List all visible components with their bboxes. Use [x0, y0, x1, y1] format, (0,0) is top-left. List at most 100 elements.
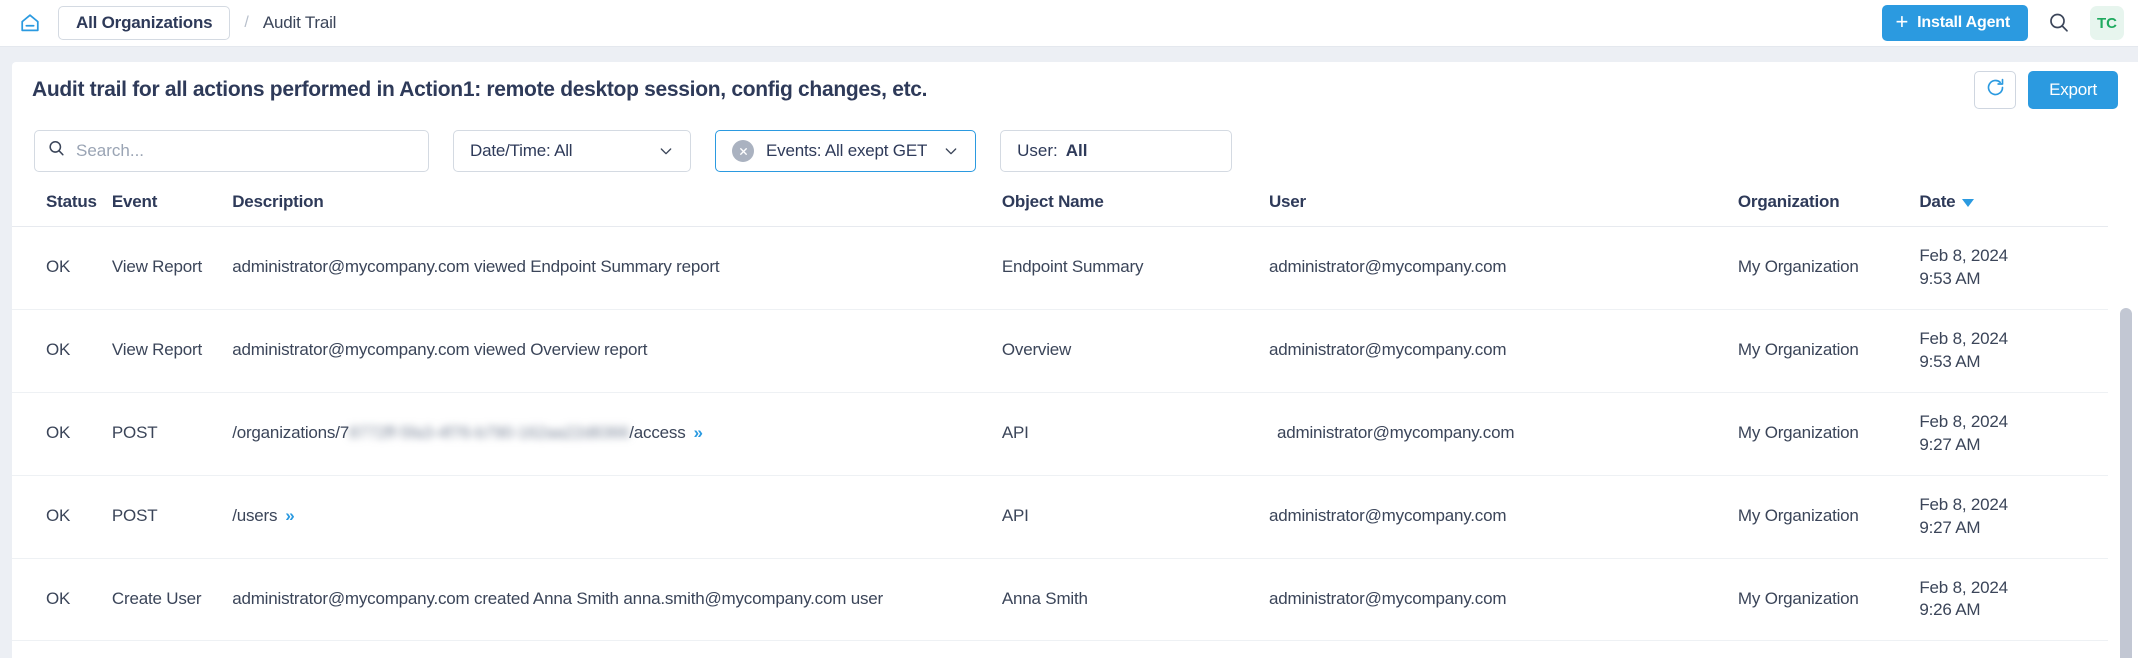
time-value: 9:27 AM — [1919, 434, 1981, 454]
filter-bar: Date/Time: All Events: All exept GET — [12, 118, 2138, 180]
cell-date: Feb 8, 2024 9:27 AM — [1919, 475, 2108, 559]
sort-descending-icon — [1962, 198, 1975, 207]
cell-object-name: API — [1001, 392, 1269, 476]
date-value: Feb 8, 2024 — [1919, 328, 2008, 348]
chevron-down-icon — [927, 143, 959, 159]
search-field-wrapper[interactable] — [34, 130, 429, 172]
search-input[interactable] — [76, 141, 416, 161]
refresh-button[interactable] — [1974, 71, 2017, 109]
breadcrumb-separator: / — [244, 14, 249, 31]
cell-event: View Report — [111, 226, 233, 310]
description-text: /users — [232, 506, 278, 526]
table-row[interactable]: OK POST/users » API administrator@mycompany.… — [12, 475, 2108, 559]
date-value: Feb 8, 2024 — [1919, 411, 2008, 431]
cell-user: administrator@mycompany.com — [1268, 392, 1738, 476]
description-suffix: /access — [629, 423, 686, 443]
cell-date: Feb 8, 2024 9:53 AM — [1919, 309, 2108, 393]
export-label: Export — [2049, 80, 2097, 99]
top-navigation-bar: All Organizations / Audit Trail + Instal… — [0, 0, 2138, 47]
cell-user: administrator@mycompany.com — [1268, 309, 1738, 393]
cell-status: OK — [12, 475, 112, 559]
redacted-identifier: 8772ff-5fa3-4f76-b790-162aa22d8366 — [349, 423, 630, 443]
cell-date: Feb 8, 2024 9:53 AM — [1919, 226, 2108, 310]
card-header: Audit trail for all actions performed in… — [12, 62, 2138, 118]
description-text: administrator@mycompany.com viewed Endpo… — [232, 257, 720, 277]
cell-event: POST — [111, 392, 233, 476]
search-icon[interactable] — [2046, 10, 2072, 36]
events-filter-dropdown[interactable]: Events: All exept GET — [715, 130, 977, 172]
cell-status: OK — [12, 309, 112, 393]
cell-object-name: API — [1001, 475, 1269, 559]
user-filter-value: All — [1065, 141, 1088, 160]
description-text: /organizations/7 — [232, 423, 350, 443]
table-row[interactable]: OK View Report administrator@mycompany.com… — [12, 226, 2108, 310]
date-value: Feb 8, 2024 — [1919, 494, 2008, 514]
table-row[interactable]: OK View Report administrator@mycompany.com… — [12, 309, 2108, 393]
refresh-icon — [1985, 77, 2006, 103]
cell-date: Feb 8, 2024 9:26 AM — [1919, 558, 2108, 642]
cell-object-name: Overview — [1001, 309, 1269, 393]
cell-organization: My Organization — [1737, 392, 1920, 476]
column-header-date[interactable]: Date — [1919, 180, 2108, 227]
cell-organization: My Organization — [1737, 309, 1920, 393]
cell-user: administrator@mycompany.com — [1268, 226, 1738, 310]
time-value: 9:53 AM — [1919, 351, 1981, 371]
scrollbar-thumb[interactable] — [2120, 308, 2132, 658]
breadcrumb-all-organizations-button[interactable]: All Organizations — [58, 6, 231, 40]
cell-status: OK — [12, 392, 112, 476]
all-organizations-label: All Organizations — [76, 13, 213, 32]
cell-organization: My Organization — [1737, 558, 1920, 642]
description-text: administrator@mycompany.com created Anna… — [232, 588, 883, 608]
cell-date: Feb 8, 2024 9:27 AM — [1919, 392, 2108, 476]
expand-details-icon[interactable]: » — [285, 506, 294, 525]
events-filter-label: Events: All exept GET — [766, 141, 928, 160]
cell-description: administrator@mycompany.com created Anna… — [232, 558, 1002, 642]
user-filter-field[interactable]: User: All — [1000, 130, 1233, 172]
cell-object-name: Endpoint Summary — [1001, 226, 1269, 310]
card-header-actions: Export — [1974, 71, 2138, 109]
user-filter-label: User: — [1017, 141, 1058, 160]
cell-user: administrator@mycompany.com — [1268, 558, 1738, 642]
cell-object-name: Anna Smith — [1001, 558, 1269, 642]
time-value: 9:27 AM — [1919, 517, 1981, 537]
expand-details-icon[interactable]: » — [694, 423, 703, 442]
table-row[interactable]: OK POST/organizations/78772ff-5fa3-4f76-b… — [12, 392, 2108, 476]
cell-user: administrator@mycompany.com — [1268, 475, 1738, 559]
cell-description: /users » — [232, 475, 1002, 559]
date-value: Feb 8, 2024 — [1919, 246, 2008, 265]
cell-status: OK — [12, 558, 112, 642]
table-body: OK View Report administrator@mycompany.com… — [12, 226, 2108, 642]
datetime-filter-dropdown[interactable]: Date/Time: All — [453, 130, 691, 172]
clear-events-filter-icon[interactable] — [732, 140, 754, 162]
avatar-initials: TC — [2097, 14, 2117, 32]
time-value: 9:26 AM — [1919, 600, 1981, 620]
avatar[interactable]: TC — [2090, 6, 2124, 40]
audit-table-wrapper: Status Event Description Object Name Use… — [12, 180, 2138, 658]
home-icon[interactable] — [16, 9, 44, 37]
install-agent-button[interactable]: + Install Agent — [1881, 5, 2028, 41]
cell-organization: My Organization — [1737, 475, 1920, 559]
table-row[interactable]: OK Create User administrator@mycompany.com… — [12, 558, 2108, 642]
audit-trail-card: Audit trail for all actions performed in… — [12, 62, 2138, 658]
cell-description: /organizations/78772ff-5fa3-4f76-b790-16… — [232, 392, 1002, 476]
column-header-organization[interactable]: Organization — [1737, 180, 1920, 227]
cell-status: OK — [12, 226, 112, 310]
cell-event: Create User — [111, 558, 233, 642]
column-header-object-name[interactable]: Object Name — [1001, 180, 1269, 227]
cell-description: administrator@mycompany.com viewed Overv… — [232, 309, 1002, 393]
export-button[interactable]: Export — [2028, 71, 2118, 109]
install-agent-label: Install Agent — [1917, 14, 2010, 31]
date-value: Feb 8, 2024 — [1919, 577, 2008, 597]
audit-trail-table: Status Event Description Object Name Use… — [12, 180, 2108, 642]
column-header-status[interactable]: Status — [12, 180, 112, 227]
cell-description: administrator@mycompany.com viewed Endpo… — [232, 226, 1002, 310]
column-header-event[interactable]: Event — [111, 180, 233, 227]
vertical-scrollbar[interactable] — [2120, 308, 2132, 658]
datetime-filter-label: Date/Time: All — [470, 141, 573, 160]
time-value: 9:53 AM — [1919, 268, 1981, 288]
description-text: administrator@mycompany.com viewed Overv… — [232, 340, 648, 360]
top-bar-actions: + Install Agent TC — [1881, 5, 2138, 41]
column-header-user[interactable]: User — [1268, 180, 1738, 227]
page-title: Audit trail for all actions performed in… — [32, 78, 928, 101]
column-header-description[interactable]: Description — [232, 180, 1002, 227]
